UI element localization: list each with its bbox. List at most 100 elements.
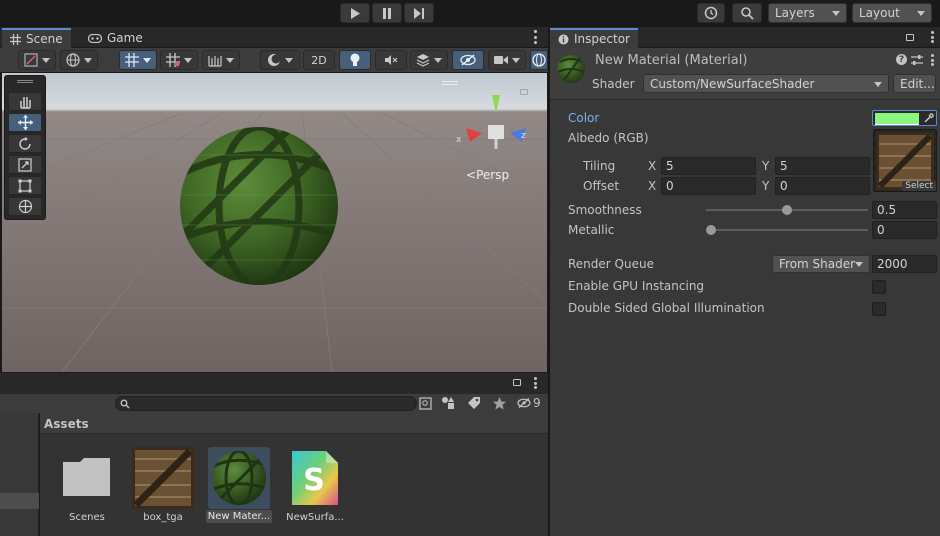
audio-toggle-button[interactable] <box>375 50 407 70</box>
persp-label[interactable]: <Persp <box>466 168 509 182</box>
shading-mode-button[interactable] <box>260 50 300 70</box>
rotate-tool[interactable] <box>8 134 42 153</box>
scale-tool[interactable] <box>8 155 42 174</box>
play-button[interactable] <box>340 3 370 23</box>
project-lock-icon[interactable] <box>513 379 521 386</box>
scene-more-menu[interactable] <box>532 30 538 44</box>
hidden-packages-toggle[interactable]: 9 <box>517 395 545 411</box>
smoothness-slider-handle[interactable] <box>782 205 792 215</box>
step-icon <box>414 7 424 19</box>
offset-y-field[interactable]: 0 <box>775 177 870 195</box>
tool-palette-grip[interactable] <box>17 80 33 83</box>
metallic-slider-track[interactable] <box>706 229 868 231</box>
lighting-toggle-button[interactable] <box>339 50 371 70</box>
star-icon <box>492 396 506 409</box>
asset-label: Scenes <box>69 512 105 523</box>
step-button[interactable] <box>404 3 434 23</box>
scene-viewport[interactable]: x z <Persp <box>2 73 547 372</box>
assets-header <box>40 413 548 434</box>
double-sided-gi-checkbox[interactable] <box>872 302 886 316</box>
chevron-down-icon <box>917 11 925 16</box>
folder-tree-selected-row[interactable] <box>0 493 39 509</box>
asset-tile[interactable]: Scenes <box>57 447 117 527</box>
gpu-instancing-checkbox[interactable] <box>872 280 886 294</box>
mute-icon <box>385 55 398 65</box>
double-sided-gi-label: Double Sided Global Illumination <box>568 301 765 315</box>
tiling-y-field[interactable]: 5 <box>775 157 870 175</box>
eyedropper-icon[interactable] <box>923 113 934 124</box>
layers-dropdown[interactable]: Layers <box>768 3 847 23</box>
tiling-x-label: X <box>648 159 657 173</box>
shader-edit-button[interactable]: Edit... <box>893 74 936 93</box>
transform-tool[interactable] <box>8 197 42 216</box>
tab-scene[interactable]: Scene <box>2 28 71 48</box>
albedo-texture-slot[interactable]: Select <box>873 129 937 192</box>
snap-increment-button[interactable] <box>160 50 198 70</box>
2d-toggle-button[interactable]: 2D <box>303 50 335 70</box>
svg-text:S: S <box>303 463 325 498</box>
history-icon <box>704 6 718 20</box>
smoothness-field[interactable]: 0.5 <box>872 201 937 219</box>
ruler-button[interactable] <box>202 50 240 70</box>
camera-button[interactable] <box>488 50 526 70</box>
gizmos-button[interactable] <box>530 50 548 70</box>
grid-snap-button[interactable] <box>119 50 157 70</box>
tab-inspector[interactable]: Inspector <box>550 28 638 48</box>
assets-header-label: Assets <box>44 417 89 431</box>
texture-select-button[interactable]: Select <box>902 181 936 191</box>
render-queue-field[interactable]: 2000 <box>872 255 937 273</box>
project-search-input[interactable] <box>115 396 417 411</box>
search-button[interactable] <box>732 3 762 23</box>
scale-icon <box>18 157 32 172</box>
metallic-slider-handle[interactable] <box>706 225 716 235</box>
eye-slash-icon <box>460 54 476 66</box>
hidden-objects-button[interactable] <box>452 50 484 70</box>
project-folder-tree[interactable] <box>0 413 39 536</box>
shader-dropdown[interactable]: Custom/NewSurfaceShader <box>643 74 889 93</box>
snap-increment-icon <box>166 53 180 67</box>
inspector-more-menu[interactable] <box>929 31 935 43</box>
asset-label: box_tga <box>143 512 183 523</box>
pause-button[interactable] <box>372 3 402 23</box>
eye-slash-icon <box>517 398 531 408</box>
albedo-label: Albedo (RGB) <box>568 131 649 145</box>
project-more-menu[interactable] <box>532 377 538 389</box>
color-field[interactable] <box>872 110 937 126</box>
tiling-x-field[interactable]: 5 <box>661 157 756 175</box>
render-queue-option: From Shader <box>779 257 856 271</box>
render-queue-label: Render Queue <box>568 257 654 271</box>
presets-icon[interactable] <box>911 54 923 66</box>
draw-mode-button[interactable] <box>18 50 56 70</box>
rect-tool[interactable] <box>8 176 42 195</box>
asset-tile[interactable]: S NewSurfa... <box>283 447 347 527</box>
render-queue-dropdown[interactable]: From Shader <box>772 255 870 273</box>
hand-icon <box>20 96 31 109</box>
hand-tool[interactable] <box>8 92 42 111</box>
filter-by-type-button[interactable] <box>440 395 456 411</box>
offset-x-field[interactable]: 0 <box>661 177 756 195</box>
tiling-y-label: Y <box>762 159 770 173</box>
history-button[interactable] <box>697 3 725 23</box>
component-more-menu[interactable] <box>929 54 935 66</box>
search-icon <box>120 399 130 409</box>
layout-dropdown[interactable]: Layout <box>852 3 932 23</box>
scene-menu-icon[interactable] <box>442 81 458 85</box>
layout-label: Layout <box>859 6 900 20</box>
globe-icon <box>66 53 80 67</box>
tab-game[interactable]: Game <box>80 29 151 47</box>
inspector-lock-icon[interactable] <box>906 34 914 41</box>
material-preview-icon <box>557 55 585 83</box>
metallic-field[interactable]: 0 <box>872 221 937 239</box>
filter-by-label-button[interactable] <box>465 395 481 411</box>
gizmo-lock-icon[interactable] <box>520 89 528 95</box>
material-sphere[interactable] <box>178 125 340 287</box>
search-by-type-button[interactable] <box>417 395 433 411</box>
move-tool[interactable] <box>8 113 42 132</box>
favorites-button[interactable] <box>491 395 507 411</box>
render-mode-button[interactable] <box>60 50 98 70</box>
asset-tile[interactable]: box_tga <box>131 447 195 527</box>
asset-label: New Mater... <box>206 510 272 523</box>
effects-button[interactable] <box>410 50 448 70</box>
help-icon[interactable]: ? <box>896 54 907 65</box>
asset-tile-selected[interactable]: New Mater... <box>206 447 272 527</box>
